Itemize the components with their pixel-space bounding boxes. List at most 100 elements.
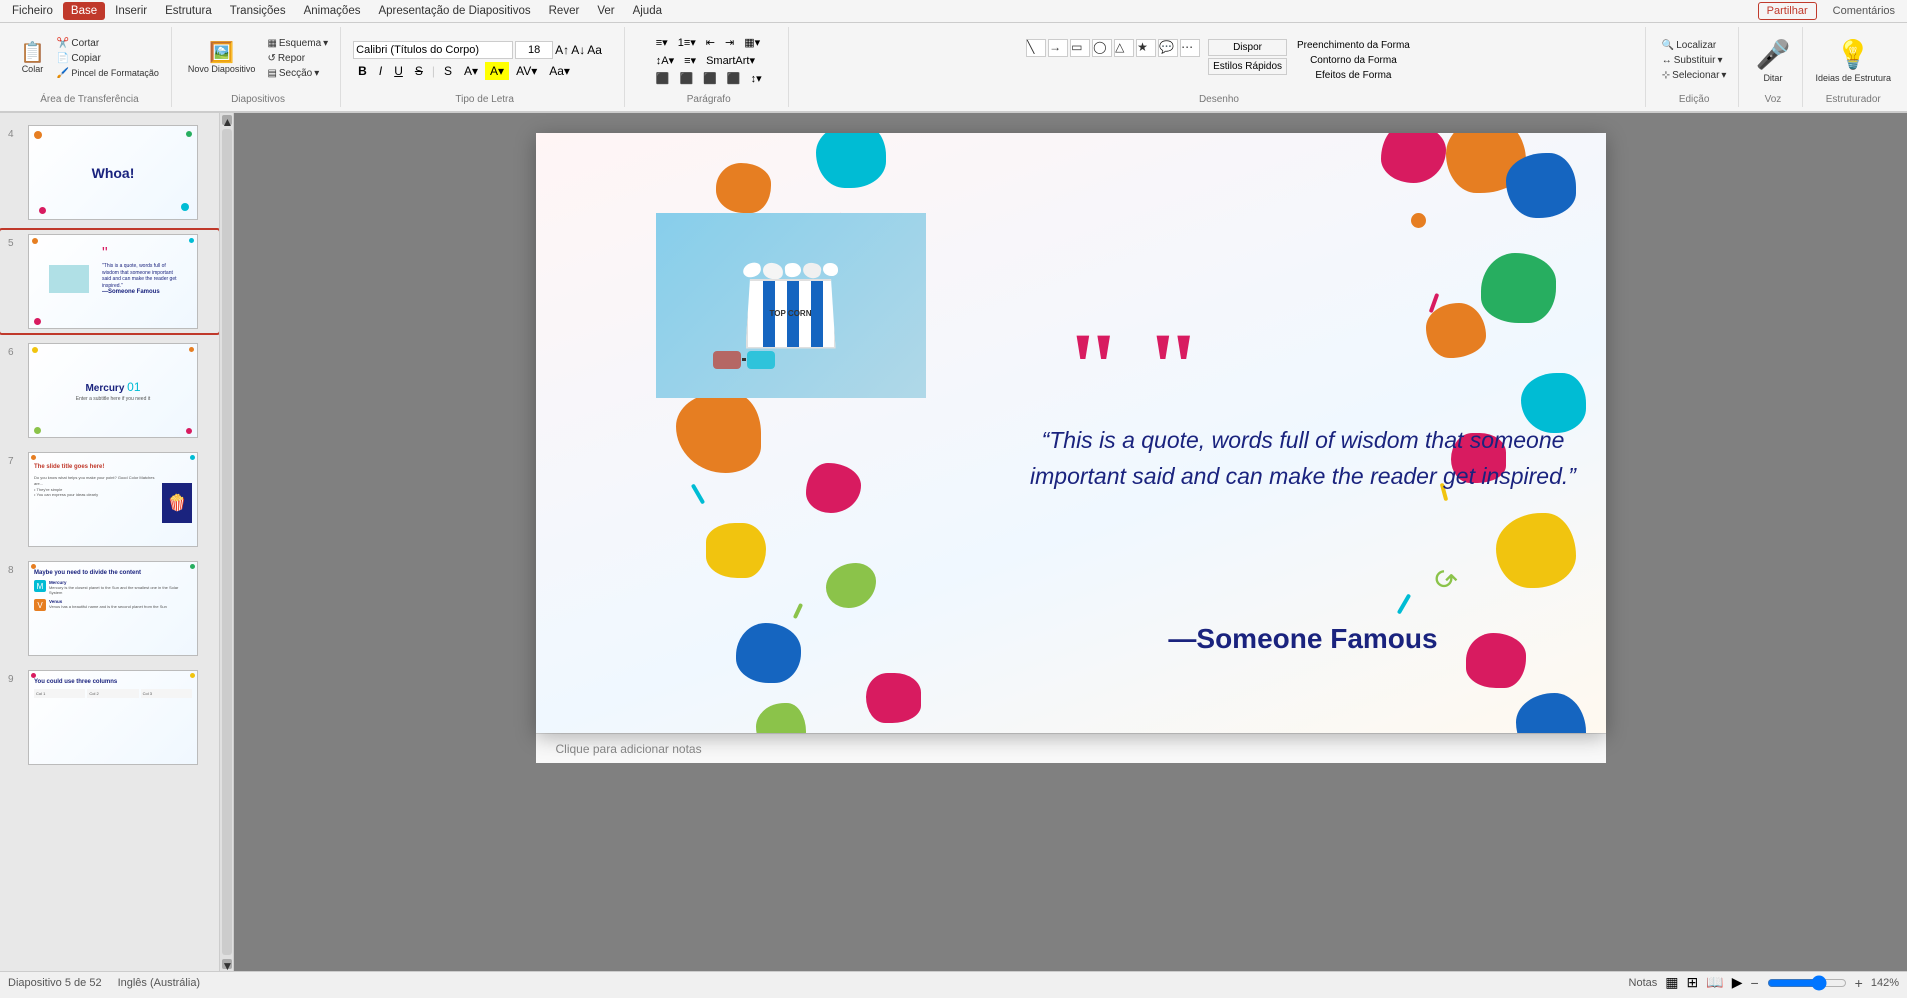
layout-icon: ▦ xyxy=(267,38,276,49)
shape-ellipse[interactable]: ◯ xyxy=(1092,39,1112,57)
quote-author[interactable]: —Someone Famous xyxy=(1026,623,1581,655)
case-button[interactable]: Aa▾ xyxy=(544,62,575,80)
slide-thumb-9[interactable]: 9 You could use three columns Col 1 Col … xyxy=(0,666,219,769)
designer-icon: 💡 xyxy=(1836,38,1871,71)
reading-view-button[interactable]: 📖 xyxy=(1706,974,1723,991)
menu-base[interactable]: Base xyxy=(63,2,105,20)
text-direction-button[interactable]: ↕A▾ xyxy=(652,53,678,68)
slide-thumb-6[interactable]: 6 Mercury 01 Enter a subtitle here if yo… xyxy=(0,339,219,442)
fill-button[interactable]: Preenchimento da Forma xyxy=(1295,39,1412,52)
replace-button[interactable]: ↔ Substituir ▾ xyxy=(1658,54,1731,67)
justify-button[interactable]: ⬛ xyxy=(723,71,745,86)
quick-styles-button[interactable]: Estilos Rápidos xyxy=(1208,58,1287,75)
layout-button[interactable]: ▦ Esquema ▾ xyxy=(263,37,332,50)
shape-line[interactable]: ╲ xyxy=(1026,39,1046,57)
menu-inserir[interactable]: Inserir xyxy=(107,2,155,20)
outline-button[interactable]: Contorno da Forma xyxy=(1295,54,1412,67)
normal-view-button[interactable]: ▦ xyxy=(1665,974,1678,991)
arrange-button[interactable]: Dispor xyxy=(1208,39,1287,56)
slide-preview-6: Mercury 01 Enter a subtitle here if you … xyxy=(28,343,198,438)
reset-button[interactable]: ↺ Repor xyxy=(263,52,332,65)
menu-rever[interactable]: Rever xyxy=(541,2,588,20)
menu-estrutura[interactable]: Estrutura xyxy=(157,2,220,20)
font-size-input[interactable] xyxy=(515,41,553,59)
zoom-slider[interactable] xyxy=(1767,975,1847,991)
bold-button[interactable]: B xyxy=(353,62,372,80)
shape-triangle[interactable]: △ xyxy=(1114,39,1134,57)
comments-button[interactable]: Comentários xyxy=(1825,3,1903,19)
shape-rect[interactable]: ▭ xyxy=(1070,39,1090,57)
bullets-button[interactable]: ≡▾ xyxy=(652,35,672,50)
slideshow-button[interactable]: ▶ xyxy=(1732,974,1743,991)
menu-transicoes[interactable]: Transições xyxy=(222,2,294,20)
select-button[interactable]: ⊹ Selecionar ▾ xyxy=(1658,69,1731,82)
effects-button[interactable]: Efeitos de Forma xyxy=(1295,69,1412,82)
align-center-button[interactable]: ⬛ xyxy=(675,71,697,86)
slide-thumb-7[interactable]: 7 🍿 The slide title goes here! Do you kn… xyxy=(0,448,219,551)
slide-sorter-button[interactable]: ⊞ xyxy=(1687,974,1699,991)
section-button[interactable]: ▤ Secção ▾ xyxy=(263,67,332,80)
slide-thumb-4[interactable]: 4 Whoa! xyxy=(0,121,219,224)
slide-preview-8: Maybe you need to divide the content M M… xyxy=(28,561,198,656)
slide-scrollbar[interactable]: ▲ ▼ xyxy=(220,113,234,971)
menu-ver[interactable]: Ver xyxy=(589,2,622,20)
character-spacing-button[interactable]: AV▾ xyxy=(511,62,542,80)
find-button[interactable]: 🔍 Localizar xyxy=(1658,39,1731,52)
paste-button[interactable]: 📋 Colar xyxy=(16,41,49,76)
replace-chevron: ▾ xyxy=(1717,55,1722,66)
align-right-button[interactable]: ⬛ xyxy=(699,71,721,86)
slide-panel: 4 Whoa! 5 xyxy=(0,113,220,971)
share-button[interactable]: Partilhar xyxy=(1758,2,1817,20)
slide-thumb-8[interactable]: 8 Maybe you need to divide the content M… xyxy=(0,557,219,660)
scroll-down[interactable]: ▼ xyxy=(222,959,232,969)
smartart-button[interactable]: SmartArt▾ xyxy=(702,53,759,68)
decrease-indent-button[interactable]: ⇤ xyxy=(702,35,719,50)
shape-callout[interactable]: 💬 xyxy=(1158,39,1178,57)
copy-button[interactable]: 📄 Copiar xyxy=(53,52,163,65)
underline-button[interactable]: U xyxy=(389,62,408,80)
menu-apresentacao[interactable]: Apresentação de Diapositivos xyxy=(370,2,538,20)
notes-toggle[interactable]: Notas xyxy=(1629,977,1658,989)
shadow-button[interactable]: S xyxy=(439,62,457,80)
columns-button[interactable]: ▦▾ xyxy=(740,35,764,50)
font-shrink-button[interactable]: A↓ xyxy=(571,43,585,57)
strikethrough-button[interactable]: S xyxy=(410,62,428,80)
increase-indent-button[interactable]: ⇥ xyxy=(721,35,738,50)
shape-more[interactable]: ⋯ xyxy=(1180,39,1200,57)
confetti-orange-midright xyxy=(1426,303,1486,358)
shape-arrow[interactable]: → xyxy=(1048,39,1068,57)
align-left-button[interactable]: ⬛ xyxy=(652,71,674,86)
cut-icon: ✂️ xyxy=(57,38,69,49)
cut-button[interactable]: ✂️ Cortar xyxy=(53,37,163,50)
font-name-input[interactable] xyxy=(353,41,513,59)
select-chevron: ▾ xyxy=(1721,70,1726,81)
font-color-button[interactable]: A▾ xyxy=(459,62,483,80)
numbering-button[interactable]: 1≡▾ xyxy=(674,35,700,50)
slide-canvas[interactable]: 🕯 xyxy=(536,133,1606,733)
editing-group: 🔍 Localizar ↔ Substituir ▾ ⊹ Selecionar … xyxy=(1650,27,1740,107)
menu-ficheiro[interactable]: Ficheiro xyxy=(4,2,61,20)
quote-text[interactable]: “This is a quote, words full of wisdom t… xyxy=(1026,423,1581,494)
format-painter-button[interactable]: 🖌️ Pincel de Formatação xyxy=(53,67,163,80)
zoom-in-button[interactable]: + xyxy=(1855,975,1863,991)
quote-marks-2: " xyxy=(1146,328,1202,408)
scroll-track[interactable] xyxy=(222,129,232,955)
new-slide-button[interactable]: 🖼️ Novo Diapositivo xyxy=(184,41,260,76)
menu-ajuda[interactable]: Ajuda xyxy=(625,2,670,20)
menu-animacoes[interactable]: Animações xyxy=(296,2,369,20)
highlight-button[interactable]: A▾ xyxy=(485,62,509,80)
align-text-button[interactable]: ≡▾ xyxy=(680,53,700,68)
reset-icon: ↺ xyxy=(267,53,275,64)
scroll-up[interactable]: ▲ xyxy=(222,115,232,125)
line-spacing-button[interactable]: ↕▾ xyxy=(747,71,766,86)
shape-star[interactable]: ★ xyxy=(1136,39,1156,57)
zoom-out-button[interactable]: − xyxy=(1750,975,1758,991)
font-clear-button[interactable]: Aa xyxy=(587,43,602,57)
new-slide-icon: 🖼️ xyxy=(209,43,234,63)
font-grow-button[interactable]: A↑ xyxy=(555,43,569,57)
slide-thumb-5[interactable]: 5 " "This is a quote, words full of wisd… xyxy=(0,230,219,333)
menu-bar: Ficheiro Base Inserir Estrutura Transiçõ… xyxy=(0,0,1907,23)
italic-button[interactable]: I xyxy=(374,62,387,80)
notes-area[interactable]: Clique para adicionar notas xyxy=(536,733,1606,763)
clipboard-group: 📋 Colar ✂️ Cortar 📄 Copiar 🖌️ Pincel de … xyxy=(8,27,172,107)
